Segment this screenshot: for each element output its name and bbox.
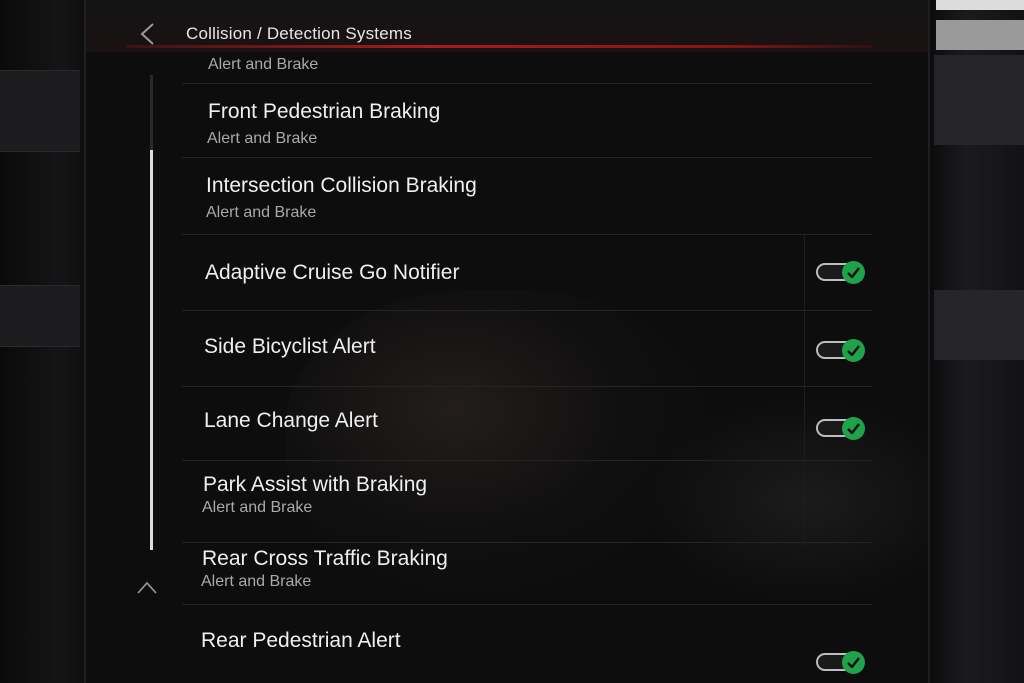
list-item-label: Intersection Collision Braking <box>206 174 477 197</box>
toggle-switch[interactable] <box>816 339 866 362</box>
check-icon <box>842 261 865 284</box>
list-item-park-assist-with-braking[interactable]: Park Assist with Braking Alert and Brake <box>182 461 872 543</box>
check-icon <box>842 339 865 362</box>
check-icon <box>842 417 865 440</box>
chevron-left-icon[interactable] <box>138 22 158 46</box>
list-item-label: Side Bicyclist Alert <box>204 335 376 358</box>
dashboard-trim <box>934 55 1024 145</box>
toggle-switch[interactable] <box>816 261 866 284</box>
scene: Collision / Detection Systems Alert and … <box>0 0 1024 683</box>
list-item-label: Park Assist with Braking <box>203 473 428 496</box>
toggle-column-divider <box>804 235 805 545</box>
dashboard-trim <box>0 285 80 347</box>
list-item-sublabel: Alert and Brake <box>207 130 318 147</box>
list-item-front-pedestrian-braking[interactable]: Front Pedestrian Braking Alert and Brake <box>182 84 872 158</box>
list-item-rear-cross-traffic-braking[interactable]: Rear Cross Traffic Braking Alert and Bra… <box>182 543 872 605</box>
list-item-label: Front Pedestrian Braking <box>208 100 441 123</box>
list-item-sublabel: Alert and Brake <box>206 204 317 221</box>
list-item-label: Lane Change Alert <box>204 409 378 432</box>
list-item-adaptive-cruise-go-notifier[interactable]: Adaptive Cruise Go Notifier <box>182 235 872 311</box>
list-item-sublabel: Alert and Brake <box>208 56 319 73</box>
list-item-label: Rear Cross Traffic Braking <box>202 547 448 570</box>
dashboard-trim <box>0 70 80 152</box>
toggle-switch[interactable] <box>816 417 866 440</box>
list-item[interactable]: Alert and Brake <box>182 52 872 84</box>
dashboard-right-panel <box>930 0 1024 683</box>
list-item-lane-change-alert[interactable]: Lane Change Alert <box>182 387 872 461</box>
list-item-rear-pedestrian-alert[interactable]: Rear Pedestrian Alert <box>182 605 872 683</box>
window-light <box>936 20 1024 50</box>
scrollbar-thumb[interactable] <box>150 150 153 550</box>
check-icon <box>842 651 865 674</box>
list-item-label: Adaptive Cruise Go Notifier <box>205 261 460 284</box>
header-accent-line <box>126 45 872 48</box>
header-bar: Collision / Detection Systems <box>86 0 928 52</box>
page-title: Collision / Detection Systems <box>186 24 412 43</box>
toggle-switch[interactable] <box>816 651 866 674</box>
dashboard-trim <box>934 290 1024 360</box>
list-item-side-bicyclist-alert[interactable]: Side Bicyclist Alert <box>182 311 872 387</box>
list-item-intersection-collision-braking[interactable]: Intersection Collision Braking Alert and… <box>182 158 872 235</box>
list-item-sublabel: Alert and Brake <box>201 573 312 590</box>
list-item-label: Rear Pedestrian Alert <box>201 629 401 652</box>
window-light <box>936 0 1024 10</box>
dashboard-left-panel <box>0 0 88 683</box>
list-item-sublabel: Alert and Brake <box>202 499 313 516</box>
scrollbar[interactable] <box>150 75 153 550</box>
infotainment-screen: Collision / Detection Systems Alert and … <box>84 0 930 683</box>
chevron-up-icon[interactable] <box>136 576 158 598</box>
